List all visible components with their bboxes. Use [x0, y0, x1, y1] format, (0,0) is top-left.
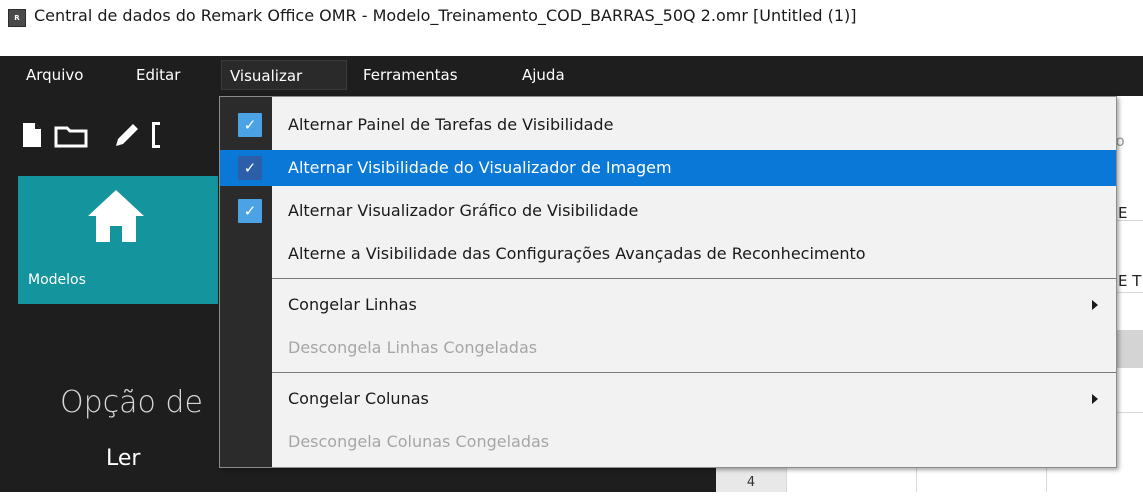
submenu-arrow-icon — [1092, 300, 1098, 310]
menu-item-toggle-image-viewer[interactable]: Alternar Visibilidade do Visualizador de… — [220, 150, 1116, 186]
window-title: Central de dados do Remark Office OMR - … — [34, 6, 857, 25]
menu-separator — [272, 372, 1116, 373]
toolbar-partial-icon — [152, 122, 160, 148]
row-number: 4 — [716, 468, 786, 492]
menu-item-unfreeze-columns: Descongela Colunas Congeladas — [288, 432, 550, 451]
submenu-arrow-icon — [1092, 394, 1098, 404]
menu-ferramentas[interactable]: Ferramentas — [355, 60, 466, 90]
app-icon: R — [8, 9, 26, 27]
new-file-icon[interactable] — [22, 122, 42, 148]
home-icon — [88, 190, 144, 242]
menu-arquivo[interactable]: Arquivo — [18, 60, 91, 90]
read-item[interactable]: Ler — [106, 446, 140, 471]
edit-pencil-icon[interactable] — [112, 120, 142, 150]
menu-item-freeze-columns[interactable]: Congelar Colunas — [272, 381, 1116, 417]
check-icon: ✓ — [238, 156, 262, 180]
menu-ajuda[interactable]: Ajuda — [514, 60, 573, 90]
menu-editar[interactable]: Editar — [128, 60, 188, 90]
grid-header-fragment: E — [1118, 204, 1128, 222]
open-folder-icon[interactable] — [54, 126, 88, 148]
check-icon: ✓ — [238, 113, 262, 137]
title-bar: R Central de dados do Remark Office OMR … — [0, 0, 1143, 56]
menu-item-toggle-graphic-viewer[interactable]: Alternar Visualizador Gráfico de Visibil… — [272, 193, 1116, 229]
menu-item-freeze-rows[interactable]: Congelar Linhas — [272, 287, 1116, 323]
menu-item-toggle-task-pane[interactable]: Alternar Painel de Tarefas de Visibilida… — [272, 107, 1116, 143]
menu-item-unfreeze-rows: Descongela Linhas Congeladas — [288, 338, 538, 357]
menu-separator — [272, 278, 1116, 279]
grid-header-fragment-2: E T — [1118, 272, 1142, 290]
menu-visualizar[interactable]: Visualizar — [221, 60, 347, 90]
menu-item-toggle-advanced-recognition[interactable]: Alterne a Visibilidade das Configurações… — [272, 236, 1116, 272]
check-icon: ✓ — [238, 199, 262, 223]
modelos-label: Modelos — [28, 272, 86, 288]
options-heading: Opção de — [60, 385, 203, 420]
visualizar-dropdown: Alternar Painel de Tarefas de Visibilida… — [219, 96, 1117, 468]
